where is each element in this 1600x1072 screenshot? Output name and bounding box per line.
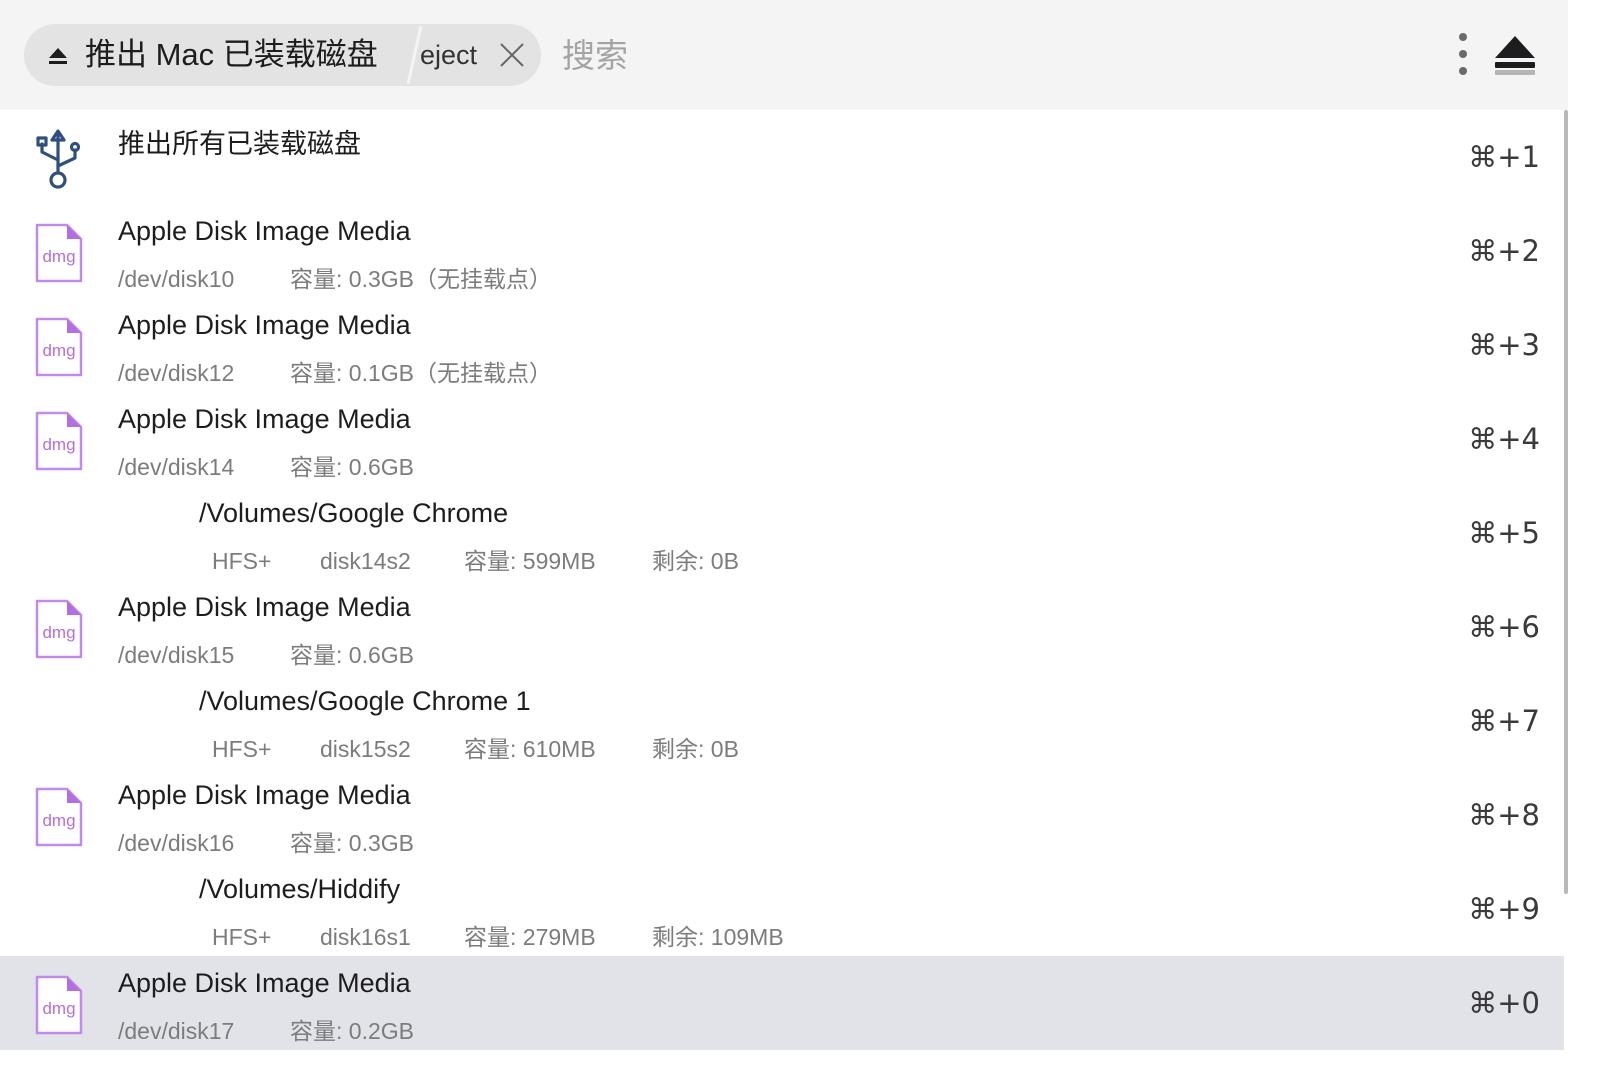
disk-info: 容量: 0.6GB [290, 454, 414, 480]
disk-info: 容量: 0.1GB（无挂载点） [290, 360, 552, 386]
row-shortcut: ⌘+7 [1468, 704, 1540, 738]
volume-capacity: 容量: 279MB [464, 924, 596, 950]
row-subtitle: /dev/disk15 容量: 0.6GB [118, 636, 414, 670]
volume-free: 剩余: 0B [652, 736, 739, 762]
svg-text:dmg: dmg [42, 341, 75, 360]
more-options-icon[interactable] [1448, 30, 1478, 78]
row-shortcut: ⌘+4 [1468, 422, 1540, 456]
row-subtitle: /dev/disk16 容量: 0.3GB [118, 824, 414, 858]
filesystem: HFS+ [212, 924, 272, 950]
list-item-volume[interactable]: /Volumes/Google Chrome HFS+ disk14s2 容量: 5… [0, 486, 1564, 580]
list-item-disk[interactable]: dmg Apple Disk Image Media /dev/disk16 容量… [0, 768, 1564, 862]
list-item-volume[interactable]: /Volumes/Google Chrome 1 HFS+ disk15s2 容量:… [0, 674, 1564, 768]
row-title: Apple Disk Image Media [118, 968, 411, 998]
volume-free: 剩余: 109MB [652, 924, 784, 950]
list-item-disk[interactable]: dmg Apple Disk Image Media /dev/disk14 容量… [0, 392, 1564, 486]
dmg-file-icon: dmg [35, 975, 83, 1035]
search-header: 推出 Mac 已装载磁盘 eject [0, 0, 1568, 110]
row-title: Apple Disk Image Media [118, 404, 411, 434]
breadcrumb-keyword: eject [420, 40, 478, 70]
row-title: Apple Disk Image Media [118, 592, 411, 622]
svg-text:dmg: dmg [42, 247, 75, 266]
list-item-disk[interactable]: dmg Apple Disk Image Media /dev/disk12 容量… [0, 298, 1564, 392]
command-breadcrumb[interactable]: 推出 Mac 已装载磁盘 eject [24, 24, 541, 86]
disk-info: 容量: 0.6GB [290, 642, 414, 668]
list-item-disk-selected[interactable]: dmg Apple Disk Image Media /dev/disk17 容量… [0, 956, 1564, 1050]
row-subtitle: /dev/disk10 容量: 0.3GB（无挂载点） [118, 260, 552, 294]
volume-details: HFS+ disk15s2 容量: 610MB 剩余: 0B [212, 730, 739, 764]
result-list: 推出所有已装载磁盘 ⌘+1 dmg Apple Disk Image Media… [0, 110, 1564, 1072]
dmg-file-icon: dmg [35, 223, 83, 283]
device-path: /dev/disk16 [118, 830, 235, 856]
row-subtitle: /dev/disk12 容量: 0.1GB（无挂载点） [118, 354, 552, 388]
row-subtitle: /dev/disk14 容量: 0.6GB [118, 448, 414, 482]
dmg-file-icon: dmg [35, 317, 83, 377]
device-path: /dev/disk17 [118, 1018, 235, 1044]
device-path: /dev/disk12 [118, 360, 235, 386]
list-item-disk[interactable]: dmg Apple Disk Image Media /dev/disk15 容量… [0, 580, 1564, 674]
device-path: /dev/disk15 [118, 642, 235, 668]
volume-free: 剩余: 0B [652, 548, 739, 574]
list-scrollbar[interactable] [1564, 110, 1568, 894]
svg-text:dmg: dmg [42, 999, 75, 1018]
row-title: Apple Disk Image Media [118, 216, 411, 246]
row-subtitle: /dev/disk17 容量: 0.2GB [118, 1012, 414, 1046]
partition-id: disk14s2 [320, 548, 411, 574]
partition-id: disk15s2 [320, 736, 411, 762]
disk-info: 容量: 0.2GB [290, 1018, 414, 1044]
breadcrumb-title: 推出 Mac 已装载磁盘 [85, 37, 378, 72]
filesystem: HFS+ [212, 736, 272, 762]
eject-small-icon [49, 48, 67, 64]
row-title: Apple Disk Image Media [118, 310, 411, 340]
svg-text:dmg: dmg [42, 435, 75, 454]
device-path: /dev/disk14 [118, 454, 235, 480]
volume-details: HFS+ disk16s1 容量: 279MB 剩余: 109MB [212, 918, 784, 952]
row-shortcut: ⌘+3 [1468, 328, 1540, 362]
disk-info: 容量: 0.3GB（无挂载点） [290, 266, 552, 292]
row-shortcut: ⌘+2 [1468, 234, 1540, 268]
row-shortcut: ⌘+1 [1468, 140, 1540, 174]
row-title: Apple Disk Image Media [118, 780, 411, 810]
row-shortcut: ⌘+0 [1468, 986, 1540, 1020]
volume-path: /Volumes/Hiddify [199, 874, 401, 904]
list-item-volume[interactable]: /Volumes/Hiddify HFS+ disk16s1 容量: 279MB 剩余… [0, 862, 1564, 956]
device-path: /dev/disk10 [118, 266, 235, 292]
dmg-file-icon: dmg [35, 599, 83, 659]
list-item-eject-all[interactable]: 推出所有已装载磁盘 ⌘+1 [0, 110, 1564, 204]
volume-details: HFS+ disk14s2 容量: 599MB 剩余: 0B [212, 542, 739, 576]
clear-keyword-icon[interactable] [498, 41, 526, 69]
row-shortcut: ⌘+6 [1468, 610, 1540, 644]
dmg-file-icon: dmg [35, 411, 83, 471]
row-shortcut: ⌘+5 [1468, 516, 1540, 550]
search-input[interactable] [562, 30, 1362, 82]
row-title: 推出所有已装载磁盘 [118, 129, 361, 159]
usb-icon [36, 129, 81, 189]
list-item-disk[interactable]: dmg Apple Disk Image Media /dev/disk10 容量… [0, 204, 1564, 298]
row-shortcut: ⌘+8 [1468, 798, 1540, 832]
dmg-file-icon: dmg [35, 787, 83, 847]
volume-path: /Volumes/Google Chrome [199, 498, 509, 528]
filesystem: HFS+ [212, 548, 272, 574]
row-shortcut: ⌘+9 [1468, 892, 1540, 926]
volume-capacity: 容量: 599MB [464, 548, 596, 574]
disk-info: 容量: 0.3GB [290, 830, 414, 856]
eject-icon[interactable] [1492, 34, 1538, 78]
svg-text:dmg: dmg [42, 623, 75, 642]
svg-text:dmg: dmg [42, 811, 75, 830]
volume-path: /Volumes/Google Chrome 1 [199, 686, 531, 716]
partition-id: disk16s1 [320, 924, 411, 950]
volume-capacity: 容量: 610MB [464, 736, 596, 762]
